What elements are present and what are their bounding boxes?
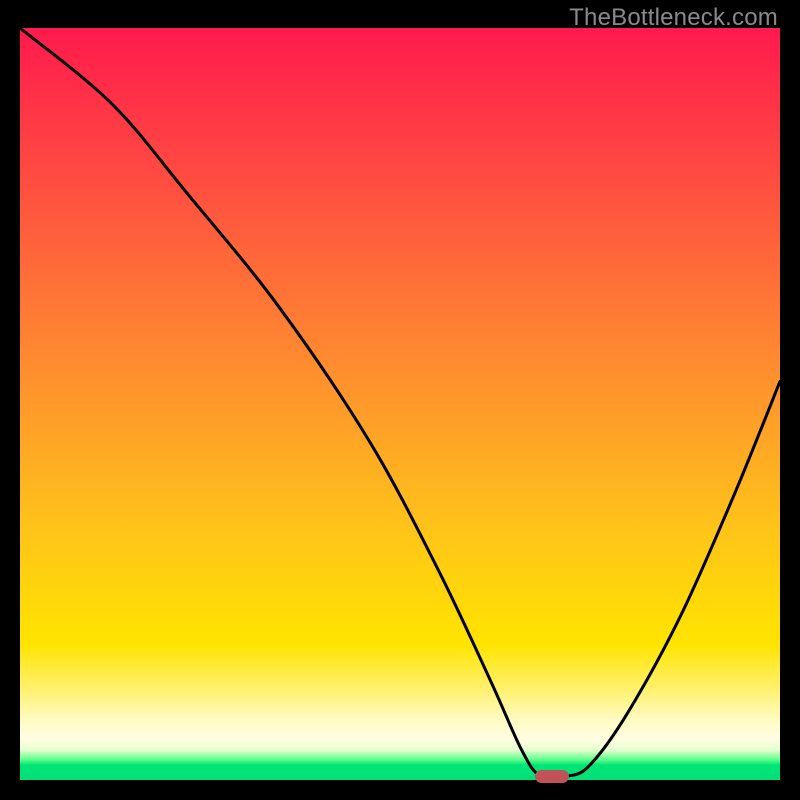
optimal-marker [535,770,569,783]
chart-frame: TheBottleneck.com [0,0,800,800]
bottleneck-curve [20,28,780,780]
plot-area [20,28,780,780]
